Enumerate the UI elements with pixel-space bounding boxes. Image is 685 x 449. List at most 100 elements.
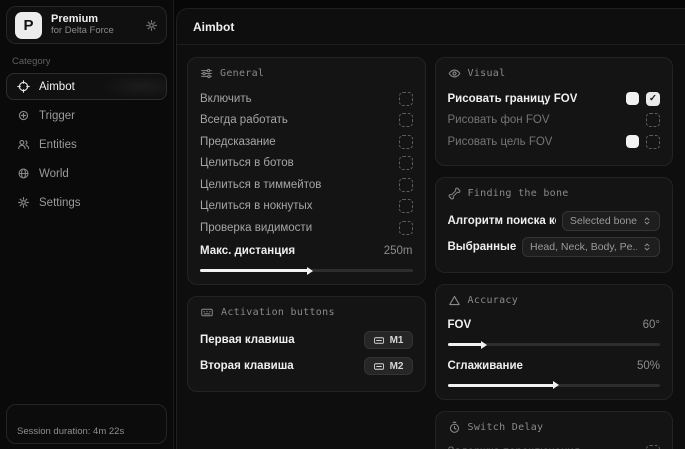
app-window: P Premium for Delta Force Category [0, 0, 685, 449]
dropdown-row: Алгоритм поиска кост Selected bone [448, 208, 661, 234]
toggle-label: Целиться в ботов [200, 157, 294, 169]
slider-label: FOV [448, 319, 472, 331]
checkbox[interactable] [399, 178, 413, 192]
slider-value: 250m [384, 245, 413, 257]
section-title: General [220, 68, 264, 79]
sidebar-item-trigger[interactable]: Trigger [6, 102, 167, 129]
sidebar-item-label: Trigger [39, 110, 75, 122]
keybind-button[interactable]: M2 [364, 357, 413, 375]
section-title: Accuracy [468, 295, 519, 306]
sidebar-item-settings[interactable]: Settings [6, 189, 167, 216]
brand-card: P Premium for Delta Force [6, 6, 167, 44]
globe-icon [17, 167, 30, 180]
fov-slider[interactable] [448, 343, 661, 346]
visual-row: Рисовать границу FOV [448, 88, 661, 110]
checkbox[interactable] [399, 92, 413, 106]
right-column: Visual Рисовать границу FOV Рисовать фон… [435, 57, 674, 449]
category-label: Category [12, 56, 167, 67]
card-activation-buttons: Activation buttons Первая клавиша M1 [187, 296, 426, 392]
left-column: General Включить Всегда работать Предска… [187, 57, 426, 449]
dropdown-row: Выбранные кос Head, Neck, Body, Pe.. [448, 234, 661, 260]
slider-label: Сглаживание [448, 360, 523, 372]
card-visual: Visual Рисовать границу FOV Рисовать фон… [435, 57, 674, 166]
bone-icon [448, 187, 461, 200]
checkbox[interactable] [399, 221, 413, 235]
sidebar-item-world[interactable]: World [6, 160, 167, 187]
checkbox[interactable] [399, 156, 413, 170]
main-panel: Aimbot General [176, 8, 685, 449]
checkbox[interactable] [646, 135, 660, 149]
visual-label: Рисовать границу FOV [448, 93, 578, 105]
color-swatch[interactable] [626, 92, 639, 105]
selected-value: Head, Neck, Body, Pe.. [530, 241, 637, 253]
slider-label: Макс. дистанция [200, 245, 295, 257]
toggle-row: Включить [200, 88, 413, 110]
keybind-button[interactable]: M1 [364, 331, 413, 349]
card-switch-delay: Switch Delay Задержка переключения Задер… [435, 411, 674, 449]
slider-row: Сглаживание 50% [448, 355, 661, 377]
checkbox[interactable] [646, 113, 660, 127]
sliders-icon [200, 67, 213, 80]
entities-icon [17, 138, 30, 151]
main-area: Aimbot General [174, 0, 685, 449]
sidebar-item-label: Settings [39, 197, 81, 209]
toggle-row: Целиться в тиммейтов [200, 174, 413, 196]
keybind-label: Первая клавиша [200, 334, 295, 346]
checkbox[interactable] [646, 92, 660, 106]
page-title: Aimbot [193, 20, 669, 34]
dropdown-label: Выбранные кос [448, 241, 517, 253]
dropdown-label: Алгоритм поиска кост [448, 215, 556, 227]
color-swatch[interactable] [626, 135, 639, 148]
trigger-icon [17, 109, 30, 122]
checkbox[interactable] [646, 445, 660, 449]
crosshair-icon [17, 80, 30, 93]
sidebar-nav: Aimbot Trigger Entities [6, 73, 167, 216]
slider-value: 50% [637, 360, 660, 372]
card-accuracy: Accuracy FOV 60° Сглаживание 50% [435, 284, 674, 400]
section-title: Switch Delay [468, 422, 544, 433]
visual-label: Рисовать цель FOV [448, 136, 553, 148]
toggle-label: Проверка видимости [200, 222, 312, 234]
toggle-label: Всегда работать [200, 114, 288, 126]
timer-icon [448, 421, 461, 434]
sidebar-item-entities[interactable]: Entities [6, 131, 167, 158]
checkbox[interactable] [399, 113, 413, 127]
toggle-row: Целиться в нокнутых [200, 196, 413, 218]
card-finding-the-bone: Finding the bone Алгоритм поиска кост Se… [435, 177, 674, 273]
max-distance-slider[interactable] [200, 269, 413, 272]
key-value: M1 [390, 335, 404, 346]
keybind-row: Первая клавиша M1 [200, 327, 413, 353]
keybind-label: Вторая клавиша [200, 360, 294, 372]
chevron-up-down-icon [642, 216, 652, 226]
gear-icon[interactable] [145, 19, 158, 32]
visual-label: Рисовать фон FOV [448, 114, 550, 126]
brand-subtitle: for Delta Force [51, 26, 136, 37]
session-duration: Session duration: 4m 22s [17, 426, 124, 437]
sidebar-item-label: Aimbot [39, 81, 75, 93]
slider-value: 60° [643, 319, 660, 331]
selected-bones-select[interactable]: Head, Neck, Body, Pe.. [522, 237, 660, 257]
visual-row: Рисовать фон FOV [448, 110, 661, 132]
key-icon [373, 335, 385, 346]
sidebar: P Premium for Delta Force Category [0, 0, 174, 449]
brand-title: Premium [51, 13, 136, 26]
sidebar-item-aimbot[interactable]: Aimbot [6, 73, 167, 100]
bone-algorithm-select[interactable]: Selected bone [562, 211, 660, 231]
visual-row: Рисовать цель FOV [448, 131, 661, 153]
section-title: Finding the bone [468, 188, 569, 199]
keybind-row: Вторая клавиша M2 [200, 353, 413, 379]
settings-gear-icon [17, 196, 30, 209]
session-card: Session duration: 4m 22s [6, 404, 167, 444]
checkbox[interactable] [399, 135, 413, 149]
brand-text: Premium for Delta Force [51, 13, 136, 37]
smoothing-slider[interactable] [448, 384, 661, 387]
slider-row: FOV 60° [448, 315, 661, 337]
checkbox[interactable] [399, 199, 413, 213]
toggle-row: Предсказание [200, 131, 413, 153]
key-icon [373, 361, 385, 372]
brand-logo: P [15, 12, 42, 39]
selected-value: Selected bone [570, 215, 637, 227]
toggle-row: Всегда работать [200, 110, 413, 132]
slider-row: Макс. дистанция 250m [200, 241, 413, 263]
sidebar-item-label: Entities [39, 139, 77, 151]
